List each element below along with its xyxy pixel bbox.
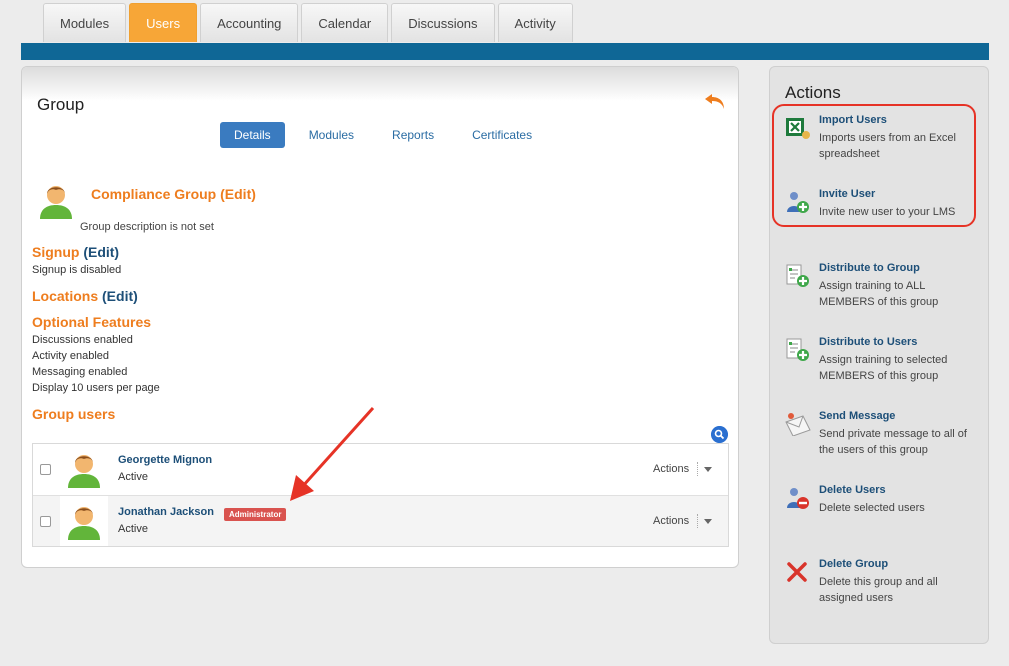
annotation-highlight: [772, 104, 976, 227]
tab-modules[interactable]: Modules: [43, 3, 127, 42]
group-edit-link[interactable]: (Edit): [220, 186, 256, 202]
chevron-down-icon: [704, 518, 713, 524]
brand-bar: [21, 43, 989, 60]
signup-status: Signup is disabled: [32, 264, 122, 276]
message-icon: [785, 413, 811, 436]
signup-heading: Signup (Edit): [32, 244, 120, 260]
user-status: Active: [118, 523, 148, 535]
group-users-heading: Group users: [32, 406, 116, 422]
subtab-reports[interactable]: Reports: [378, 122, 448, 148]
subtab-modules[interactable]: Modules: [295, 122, 368, 148]
feature-line: Display 10 users per page: [32, 382, 160, 394]
table-row: Jonathan Jackson Administrator Active Ac…: [33, 495, 728, 546]
chevron-down-icon: [704, 466, 713, 472]
row-checkbox[interactable]: [40, 516, 51, 527]
feature-line: Messaging enabled: [32, 366, 128, 378]
user-avatar: [60, 444, 108, 494]
locations-edit-link[interactable]: (Edit): [102, 288, 138, 304]
locations-heading: Locations (Edit): [32, 288, 138, 304]
row-actions-dropdown[interactable]: Actions: [653, 462, 713, 476]
group-panel: Group Details Modules Reports Certificat…: [21, 66, 739, 568]
row-actions-dropdown[interactable]: Actions: [653, 514, 713, 528]
subtabs: Details Modules Reports Certificates: [220, 122, 556, 148]
signup-edit-link[interactable]: (Edit): [83, 244, 119, 260]
subtab-certificates[interactable]: Certificates: [458, 122, 546, 148]
optional-features-heading: Optional Features: [32, 314, 152, 330]
table-row: Georgette Mignon Active Actions: [33, 444, 728, 495]
tab-discussions[interactable]: Discussions: [391, 3, 495, 42]
tab-activity[interactable]: Activity: [497, 3, 573, 42]
row-checkbox[interactable]: [40, 464, 51, 475]
user-status: Active: [118, 471, 148, 483]
tab-users[interactable]: Users: [129, 3, 198, 42]
group-name[interactable]: Compliance Group (Edit): [91, 186, 256, 202]
undo-back-icon[interactable]: [703, 91, 727, 111]
delete-users-icon: [787, 488, 809, 509]
group-description: Group description is not set: [80, 221, 214, 233]
user-avatar: [60, 496, 108, 546]
user-name-link[interactable]: Jonathan Jackson: [118, 506, 214, 518]
subtab-details[interactable]: Details: [220, 122, 285, 148]
feature-line: Activity enabled: [32, 350, 110, 362]
tab-calendar[interactable]: Calendar: [301, 3, 389, 42]
delete-x-icon: [787, 562, 807, 582]
user-avatar-icon: [68, 507, 100, 540]
group-users-table: Georgette Mignon Active Actions Jonathan…: [32, 443, 729, 547]
search-icon[interactable]: [711, 426, 728, 443]
administrator-badge: Administrator: [224, 508, 287, 521]
main-tabs: Modules Users Accounting Calendar Discus…: [43, 3, 573, 42]
tab-accounting[interactable]: Accounting: [200, 3, 299, 42]
user-name-link[interactable]: Georgette Mignon: [118, 454, 212, 466]
panel-header: [22, 67, 738, 101]
page-title: Group: [37, 95, 85, 114]
distribute-users-icon: [786, 338, 809, 361]
actions-title: Actions: [785, 83, 841, 102]
annotation-arrow-icon: [290, 406, 375, 501]
user-avatar-icon: [68, 455, 100, 488]
feature-line: Discussions enabled: [32, 334, 133, 346]
group-avatar-icon: [40, 186, 72, 219]
distribute-group-icon: [786, 264, 809, 287]
